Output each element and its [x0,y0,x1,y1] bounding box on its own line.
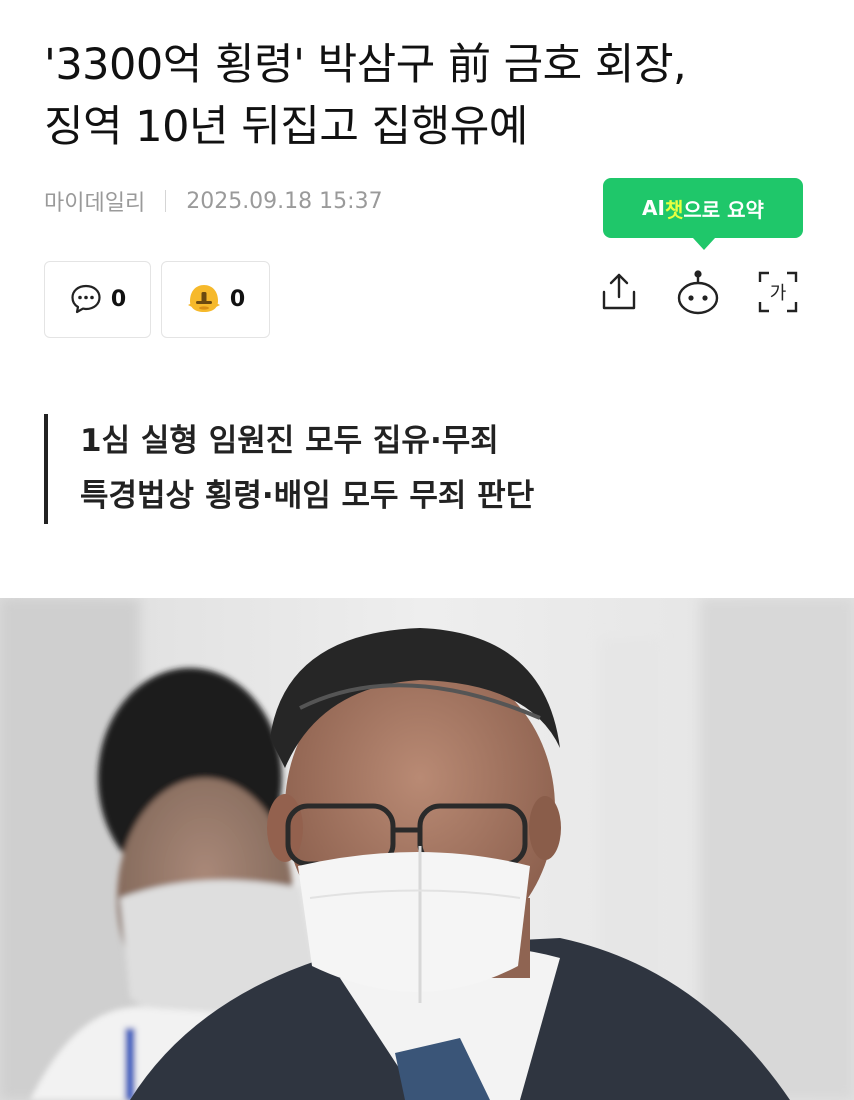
source-name[interactable]: 마이데일리 [44,185,145,217]
ai-summary-prefix: AI [642,196,665,220]
meta-divider [165,190,167,212]
article-photo [0,598,854,1100]
share-button[interactable] [597,268,641,320]
emotion-count: 0 [229,287,246,312]
emotion-face-icon [186,281,222,319]
article-headline: '3300억 횡령' 박삼구 前 금호 회장, 징역 10년 뒤집고 집행유예 [44,34,824,158]
comment-icon [69,281,103,319]
comment-button[interactable]: 0 [44,261,151,338]
subheadline-line-1: 1심 실형 임원진 모두 집유·무죄 [80,423,499,459]
subheadline-line-2: 특경법상 횡령·배임 모두 무죄 판단 [80,478,535,514]
share-icon [599,270,639,318]
article-subheadline: 1심 실형 임원진 모두 집유·무죄 특경법상 횡령·배임 모두 무죄 판단 [44,414,534,524]
font-size-button[interactable]: 가 [756,268,800,320]
ai-chatbot-button[interactable] [676,268,720,320]
ai-summary-highlight: 챗 [664,197,684,222]
ai-summary-button[interactable]: AI 챗 으로 요약 [603,178,803,250]
ai-summary-suffix: 으로 요약 [683,197,764,222]
emotion-button[interactable]: 0 [161,261,270,338]
headline-line-2: 징역 10년 뒤집고 집행유예 [44,102,528,152]
chatbot-icon [676,268,720,320]
comment-count: 0 [110,287,127,312]
font-size-glyph: 가 [770,283,787,304]
publish-datetime: 2025.09.18 15:37 [186,188,383,214]
font-size-icon: 가 [757,270,799,318]
article-meta: 마이데일리 2025.09.18 15:37 [44,185,383,217]
headline-line-1: '3300억 횡령' 박삼구 前 금호 회장, [44,40,687,90]
